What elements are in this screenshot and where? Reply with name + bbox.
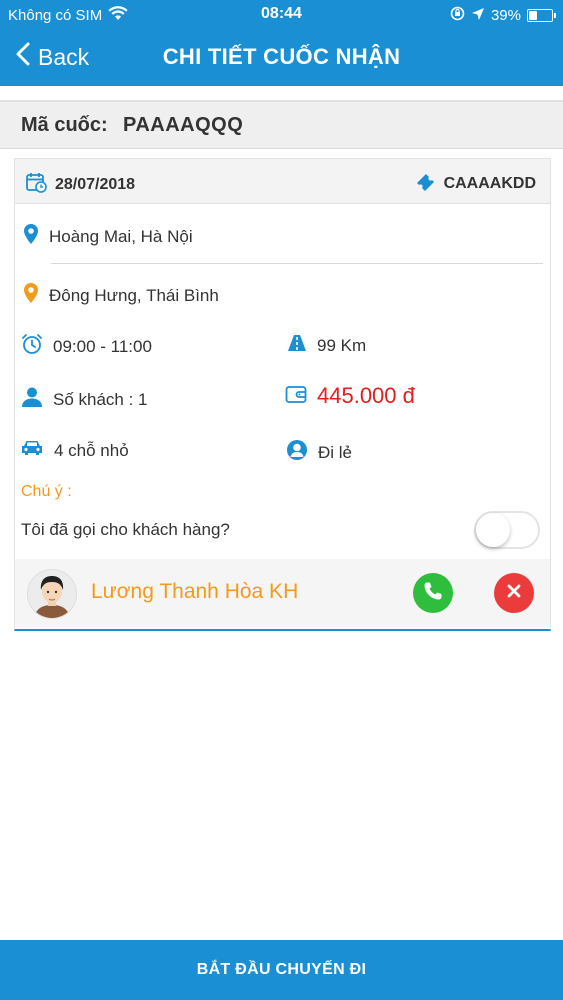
highway-icon bbox=[287, 333, 307, 358]
time-range-text: 09:00 - 11:00 bbox=[53, 336, 152, 356]
pickup-time: 09:00 - 11:00 bbox=[21, 333, 152, 360]
call-button[interactable] bbox=[413, 573, 453, 613]
status-bar: Không có SIM 08:44 39% bbox=[0, 0, 563, 30]
ticket-code: CAAAAKDD bbox=[414, 171, 536, 196]
vehicle-text: 4 chỗ nhỏ bbox=[54, 440, 129, 460]
trip-code-value: PAAAAQQQ bbox=[123, 114, 244, 136]
trip-type: Đi lẻ bbox=[286, 439, 352, 466]
trip-type-text: Đi lẻ bbox=[318, 442, 353, 462]
page-title: CHI TIẾT CUỐC NHẬN bbox=[162, 44, 401, 69]
card-header: 28/07/2018 CAAAAKDD bbox=[15, 159, 550, 204]
trip-date-text: 28/07/2018 bbox=[55, 175, 136, 193]
alarm-clock-icon bbox=[21, 333, 43, 360]
start-trip-button[interactable]: BẮT ĐẦU CHUYẾN ĐI bbox=[0, 940, 563, 1000]
trip-date: 28/07/2018 bbox=[25, 171, 135, 198]
map-pin-blue-icon bbox=[23, 223, 39, 250]
note-label: Chú ý : bbox=[21, 483, 72, 500]
wallet-icon bbox=[285, 384, 307, 409]
vehicle-type: 4 chỗ nhỏ bbox=[20, 439, 129, 462]
location-divider bbox=[51, 263, 543, 264]
called-customer-question: Tôi đã gọi cho khách hàng? bbox=[21, 520, 230, 539]
passenger-count-text: Số khách : 1 bbox=[53, 389, 148, 409]
trip-detail-card: 28/07/2018 CAAAAKDD Hoàng Mai, Hà Nội Đô… bbox=[14, 158, 551, 631]
price-text: 445.000 đ bbox=[317, 383, 415, 408]
status-right: 39% bbox=[450, 6, 556, 25]
battery-fill bbox=[529, 11, 537, 20]
ticket-code-text: CAAAAKDD bbox=[443, 174, 536, 192]
avatar bbox=[27, 569, 77, 619]
person-icon bbox=[21, 386, 43, 413]
battery-icon bbox=[527, 9, 556, 22]
contact-name: Lương Thanh Hòa KH bbox=[91, 580, 299, 603]
navigation-bar: Back CHI TIẾT CUỐC NHẬN bbox=[0, 30, 563, 86]
car-icon bbox=[20, 439, 44, 462]
trip-code-bar: Mã cuốc: PAAAAQQQ bbox=[0, 100, 563, 149]
phone-icon bbox=[423, 581, 443, 606]
contact-row: Lương Thanh Hòa KH bbox=[15, 559, 550, 627]
calendar-icon bbox=[25, 171, 47, 198]
map-pin-orange-icon bbox=[23, 282, 39, 309]
trip-code-label: Mã cuốc: bbox=[21, 114, 108, 136]
toggle-knob bbox=[476, 513, 510, 547]
cancel-button[interactable] bbox=[494, 573, 534, 613]
trip-distance: 99 Km bbox=[287, 333, 366, 358]
passenger-count: Số khách : 1 bbox=[21, 386, 148, 413]
pickup-text: Hoàng Mai, Hà Nội bbox=[49, 226, 193, 246]
dropoff-location: Đông Hưng, Thái Bình bbox=[23, 282, 219, 309]
orientation-lock-icon bbox=[450, 6, 465, 25]
dropoff-text: Đông Hưng, Thái Bình bbox=[49, 285, 219, 305]
distance-text: 99 Km bbox=[317, 335, 367, 355]
user-circle-icon bbox=[286, 439, 308, 466]
trip-price: 445.000 đ bbox=[285, 383, 415, 409]
called-customer-toggle[interactable] bbox=[474, 511, 540, 549]
ticket-icon bbox=[414, 171, 436, 196]
battery-percent: 39% bbox=[490, 7, 521, 24]
close-icon bbox=[506, 583, 522, 604]
location-arrow-icon bbox=[471, 7, 485, 25]
pickup-location: Hoàng Mai, Hà Nội bbox=[23, 223, 193, 250]
